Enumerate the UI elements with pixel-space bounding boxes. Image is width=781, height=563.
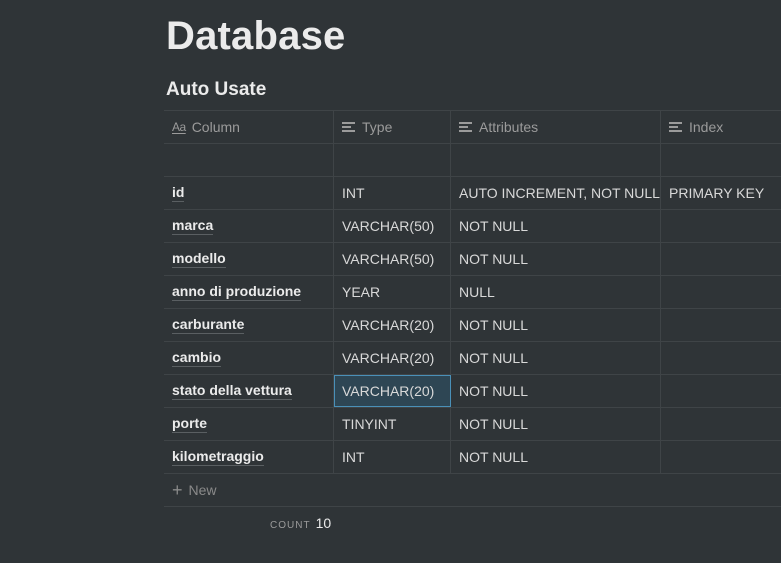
cell-column[interactable]: carburante (164, 309, 334, 341)
row-name[interactable]: modello (172, 250, 226, 268)
cell-attributes[interactable]: NOT NULL (451, 441, 661, 473)
cell-index[interactable]: PRIMARY KEY (661, 177, 781, 209)
lines-icon (342, 121, 356, 133)
page: Database Auto Usate Aa Column Type Attri… (0, 0, 781, 563)
cell-index[interactable] (661, 408, 781, 440)
row-name[interactable]: marca (172, 217, 214, 235)
column-header-label: Attributes (479, 119, 539, 135)
cell-attributes[interactable]: NOT NULL (451, 375, 661, 407)
cell-column[interactable]: porte (164, 408, 334, 440)
column-header-label: Column (191, 119, 240, 135)
table-row[interactable]: stato della vettura VARCHAR(20) NOT NULL (164, 375, 781, 408)
cell-index[interactable] (661, 441, 781, 473)
cell-attributes[interactable]: NOT NULL (451, 408, 661, 440)
cell-attributes[interactable]: NOT NULL (451, 342, 661, 374)
cell-type[interactable]: VARCHAR(20) (334, 342, 451, 374)
cell-column[interactable] (164, 144, 334, 176)
cell-column[interactable]: cambio (164, 342, 334, 374)
table-row[interactable]: porte TINYINT NOT NULL (164, 408, 781, 441)
cell-attributes[interactable]: AUTO INCREMENT, NOT NULL (451, 177, 661, 209)
cell-attributes[interactable]: NULL (451, 276, 661, 308)
table-row[interactable]: modello VARCHAR(50) NOT NULL (164, 243, 781, 276)
row-name[interactable]: cambio (172, 349, 222, 367)
cell-index[interactable] (661, 210, 781, 242)
cell-type-selected[interactable]: VARCHAR(20) (334, 375, 451, 407)
cell-index[interactable] (661, 144, 781, 176)
cell-type[interactable]: VARCHAR(50) (334, 243, 451, 275)
row-name[interactable]: stato della vettura (172, 382, 292, 400)
cell-type[interactable]: INT (334, 441, 451, 473)
cell-column[interactable]: anno di produzione (164, 276, 334, 308)
cell-column[interactable]: modello (164, 243, 334, 275)
cell-column[interactable]: stato della vettura (164, 375, 334, 407)
cell-column[interactable]: marca (164, 210, 334, 242)
cell-attributes[interactable]: NOT NULL (451, 210, 661, 242)
count-label: COUNT (270, 520, 311, 531)
cell-index[interactable] (661, 309, 781, 341)
new-row-label: New (188, 482, 217, 498)
column-header-column[interactable]: Aa Column (164, 111, 334, 143)
column-header-index[interactable]: Index (661, 111, 781, 143)
column-header-label: Type (362, 119, 393, 135)
new-row-button[interactable]: + New (164, 474, 781, 507)
table-body: id INT AUTO INCREMENT, NOT NULL PRIMARY … (164, 144, 781, 474)
table-row[interactable] (164, 144, 781, 177)
cell-type[interactable]: VARCHAR(50) (334, 210, 451, 242)
cell-attributes[interactable] (451, 144, 661, 176)
row-name[interactable]: porte (172, 415, 207, 433)
table-row[interactable]: kilometraggio INT NOT NULL (164, 441, 781, 474)
cell-index[interactable] (661, 243, 781, 275)
row-name[interactable]: carburante (172, 316, 245, 334)
page-title: Database (166, 14, 346, 58)
cell-column[interactable]: kilometraggio (164, 441, 334, 473)
cell-attributes[interactable]: NOT NULL (451, 243, 661, 275)
table-row[interactable]: marca VARCHAR(50) NOT NULL (164, 210, 781, 243)
table-row[interactable]: carburante VARCHAR(20) NOT NULL (164, 309, 781, 342)
cell-type[interactable]: TINYINT (334, 408, 451, 440)
plus-icon: + (172, 480, 183, 500)
cell-type[interactable]: YEAR (334, 276, 451, 308)
table-row[interactable]: cambio VARCHAR(20) NOT NULL (164, 342, 781, 375)
table-row[interactable]: id INT AUTO INCREMENT, NOT NULL PRIMARY … (164, 177, 781, 210)
cell-attributes[interactable]: NOT NULL (451, 309, 661, 341)
table-row[interactable]: anno di produzione YEAR NULL (164, 276, 781, 309)
cell-index[interactable] (661, 342, 781, 374)
count-value: 10 (315, 515, 332, 531)
lines-icon (669, 121, 683, 133)
cell-column[interactable]: id (164, 177, 334, 209)
lines-icon (459, 121, 473, 133)
row-name[interactable]: id (172, 184, 185, 202)
table-header: Aa Column Type Attributes Index (164, 110, 781, 144)
text-aa-icon: Aa (172, 120, 186, 134)
column-header-type[interactable]: Type (334, 111, 451, 143)
row-name[interactable]: kilometraggio (172, 448, 264, 466)
row-name[interactable]: anno di produzione (172, 283, 302, 301)
cell-type[interactable]: VARCHAR(20) (334, 309, 451, 341)
column-header-label: Index (689, 119, 724, 135)
cell-index[interactable] (661, 375, 781, 407)
database-title[interactable]: Auto Usate (166, 78, 266, 102)
column-header-attributes[interactable]: Attributes (451, 111, 661, 143)
count-footer[interactable]: COUNT 10 (270, 515, 331, 531)
cell-type[interactable] (334, 144, 451, 176)
database-table: Aa Column Type Attributes Index id INT A… (164, 110, 781, 507)
cell-type[interactable]: INT (334, 177, 451, 209)
cell-index[interactable] (661, 276, 781, 308)
